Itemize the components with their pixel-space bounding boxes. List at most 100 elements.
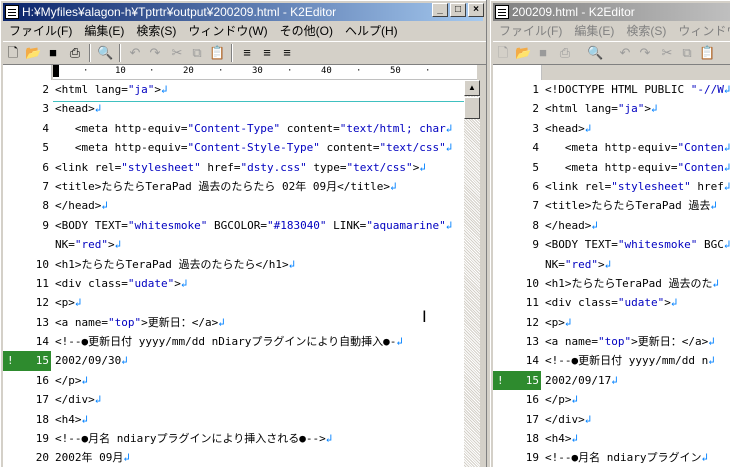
code-line[interactable]: 7 <title>たらたらTeraPad 過去のたらたら 02年 09月</tit… [3,177,465,196]
code-line[interactable]: NK="red">↲ [3,235,465,254]
code-line[interactable]: 6 <link rel="stylesheet" href="dsty.css" … [3,158,465,177]
redo-icon[interactable]: ↷ [147,45,163,61]
paste-icon[interactable]: 📋 [209,45,225,61]
code-line[interactable]: 14 <!--●更新日付 yyyy/mm/dd nDiaryプラグインにより自動挿… [3,332,465,351]
code-line[interactable]: 17 </div>↲ [493,410,730,429]
code-line[interactable]: NK="red">↲ [493,255,730,274]
align-left-icon[interactable]: ≡ [239,45,255,61]
redo-icon[interactable]: ↷ [637,45,653,61]
code-line[interactable]: 19 <!--●月名 ndiaryプラグインにより挿入される●-->↲ [3,429,465,448]
new-file-icon[interactable]: 🗋 [495,45,511,61]
menu-other[interactable]: その他(O) [274,22,339,40]
line-number: 12 [35,296,49,310]
code-line[interactable]: 4 <meta http-equiv="Content-Type" conten… [3,119,465,138]
menu-file[interactable]: ファイル(F) [3,22,78,40]
code-line[interactable]: 6 <link rel="stylesheet" href↲ [493,177,730,196]
code-line[interactable]: 8 </head>↲ [3,196,465,215]
open-folder-icon[interactable]: 📂 [25,45,41,61]
undo-icon[interactable]: ↶ [617,45,633,61]
menu-window[interactable]: ウィンドウ(W) [182,22,273,40]
newline-mark-icon: ↲ [94,393,102,407]
menu-search[interactable]: 検索(S) [620,22,672,40]
save-icon[interactable]: ■ [535,45,551,61]
code-line[interactable]: 3 <head>↲ [3,99,465,118]
copy-icon[interactable]: ⧉ [679,45,695,61]
app-icon[interactable] [495,4,509,19]
code-line[interactable]: 2 <html lang="ja">↲ [493,99,730,118]
menu-file[interactable]: ファイル(F) [493,22,568,40]
code-text: <h1>たらたらTeraPad 過去のたらたら</h1>↲ [55,257,296,271]
title-bar[interactable]: H:¥Myfiles¥alagon-h¥Tptrtr¥output¥200209… [3,3,483,21]
paste-icon[interactable]: 📋 [699,45,715,61]
minimize-button[interactable]: _ [432,3,448,17]
align-center-icon[interactable]: ≡ [259,45,275,61]
code-line[interactable]: 11 <div class="udate">↲ [3,274,465,293]
new-file-icon[interactable]: 🗋 [5,45,21,61]
code-line[interactable]: 13 <a name="top">更新日：</a>↲ [3,313,465,332]
code-text: <!--●月名 ndiaryプラグインにより挿入される●-->↲ [55,432,333,446]
menu-edit[interactable]: 編集(E) [568,22,620,40]
text-editor[interactable]: 2 <html lang="ja">↲ 3 <head>↲ 4 <meta http-e… [3,80,465,467]
code-line[interactable]: 9 <BODY TEXT="whitesmoke" BGC↲ [493,235,730,254]
code-line[interactable]: ! 15 2002/09/30↲ [3,351,465,371]
undo-icon[interactable]: ↶ [127,45,143,61]
code-line[interactable]: 16 </p>↲ [3,371,465,390]
newline-mark-icon: ↲ [396,335,403,349]
save-icon[interactable]: ■ [45,45,61,61]
code-line[interactable]: 11 <div class="udate">↲ [493,293,730,312]
code-line[interactable]: 5 <meta http-equiv="Content-Style-Type" … [3,138,465,157]
newline-mark-icon: ↲ [584,121,592,135]
title-bar[interactable]: 200209.html - K2Editor [493,3,730,21]
code-line[interactable]: 10 <h1>たらたらTeraPad 過去のた↲ [493,274,730,293]
code-text: <title>たらたらTeraPad 過去のたらたら 02年 09月</titl… [55,179,397,193]
align-right-icon[interactable]: ≡ [279,45,295,61]
text-editor[interactable]: 1 <!DOCTYPE HTML PUBLIC "-//W↲ 2 <html lang… [493,80,730,467]
code-line[interactable]: 12 <p>↲ [493,313,730,332]
code-line[interactable]: 18 <h4>↲ [493,429,730,448]
code-line[interactable]: 18 <h4>↲ [3,410,465,429]
code-line[interactable]: 4 <meta http-equiv="Conten↲ [493,138,730,157]
scroll-up-icon[interactable]: ▲ [464,80,480,96]
newline-mark-icon: ↲ [288,257,296,271]
close-button[interactable]: × [468,3,484,17]
editor-window-secondary: 200209.html - K2Editor ファイル(F) 編集(E) 検索(S)… [490,0,730,467]
cut-icon[interactable]: ✂ [659,45,675,61]
code-line[interactable]: 8 </head>↲ [493,216,730,235]
code-line[interactable]: 16 </p>↲ [493,390,730,409]
menu-window[interactable]: ウィンドウ(W) [672,22,730,40]
vertical-scrollbar[interactable]: ▲ [464,80,480,467]
code-line[interactable]: 7 <title>たらたらTeraPad 過去↲ [493,196,730,215]
code-line[interactable]: 12 <p>↲ [3,293,465,312]
code-line[interactable]: 5 <meta http-equiv="Conten↲ [493,158,730,177]
code-line[interactable]: 20 2002年 09月↲ [3,448,465,467]
menu-help[interactable]: ヘルプ(H) [339,22,404,40]
code-line[interactable]: 10 <h1>たらたらTeraPad 過去のたらたら</h1>↲ [3,255,465,274]
code-line[interactable]: 9 <BODY TEXT="whitesmoke" BGCOLOR="#18304… [3,216,465,235]
open-folder-icon[interactable]: 📂 [515,45,531,61]
cut-icon[interactable]: ✂ [169,45,185,61]
app-icon[interactable] [5,4,19,19]
code-line[interactable]: 3 <head>↲ [493,119,730,138]
find-icon[interactable]: 🔍 [587,45,603,61]
code-text: </p>↲ [55,373,89,387]
code-line[interactable]: ! 15 2002/09/17↲ [493,370,730,391]
code-line[interactable]: 19 <!--●月名 ndiaryプラグイン↲ [493,448,730,467]
newline-mark-icon: ↲ [723,238,730,252]
menu-edit[interactable]: 編集(E) [78,22,130,40]
code-line[interactable]: 1 <!DOCTYPE HTML PUBLIC "-//W↲ [493,80,730,99]
scroll-thumb[interactable] [464,97,480,119]
menu-search[interactable]: 検索(S) [130,22,182,40]
print-icon[interactable]: ⎙ [557,45,573,61]
line-number: 16 [525,393,539,407]
maximize-button[interactable]: □ [450,3,466,17]
code-line[interactable]: 2 <html lang="ja">↲ [3,80,465,99]
code-line[interactable]: 13 <a name="top">更新日：</a>↲ [493,332,730,351]
copy-icon[interactable]: ⧉ [189,45,205,61]
line-number: 20 [35,451,49,465]
code-line[interactable]: 17 </div>↲ [3,390,465,409]
print-icon[interactable]: ⎙ [67,45,83,61]
code-line[interactable]: 14 <!--●更新日付 yyyy/mm/dd n↲ [493,351,730,370]
newline-mark-icon: ↲ [604,257,612,271]
find-icon[interactable]: 🔍 [97,45,113,61]
newline-mark-icon: ↲ [114,238,122,252]
